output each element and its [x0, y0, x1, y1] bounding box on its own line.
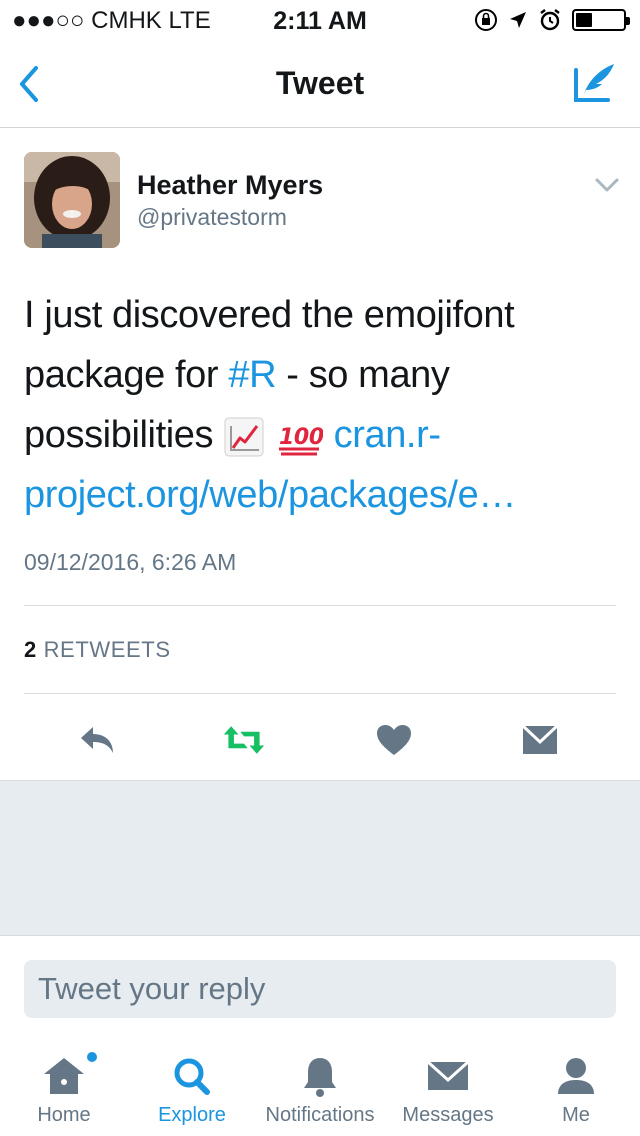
- new-content-dot: [87, 1052, 97, 1062]
- retweet-label: RETWEETS: [43, 637, 171, 662]
- tweet-options-button[interactable]: [594, 172, 620, 198]
- tab-notifications[interactable]: Notifications: [256, 1040, 384, 1136]
- tab-label: Messages: [402, 1104, 494, 1126]
- status-bar: ●●●○○ CMHK LTE 2:11 AM: [0, 0, 640, 40]
- tab-label: Explore: [158, 1104, 226, 1126]
- hashtag-link[interactable]: #R: [228, 354, 276, 396]
- envelope-icon: [521, 724, 559, 754]
- retweet-count: 2: [24, 637, 37, 662]
- compose-icon: [574, 64, 614, 102]
- reply-input[interactable]: [24, 960, 616, 1018]
- like-button[interactable]: [372, 718, 416, 762]
- svg-text:100: 100: [279, 425, 323, 450]
- tab-home[interactable]: Home: [0, 1040, 128, 1136]
- retweet-icon: [223, 726, 265, 754]
- compose-tweet-button[interactable]: [572, 60, 618, 106]
- avatar-photo: [24, 152, 120, 248]
- hundred-points-emoji-icon: 100: [279, 425, 323, 456]
- envelope-icon: [426, 1060, 470, 1090]
- home-icon: [44, 1058, 84, 1094]
- tab-label: Me: [562, 1104, 590, 1126]
- tweet-actions: [0, 700, 640, 780]
- status-icons: [474, 8, 630, 32]
- bell-icon: [304, 1058, 336, 1097]
- tab-messages[interactable]: Messages: [384, 1040, 512, 1136]
- tweet-text: I just discovered the emojifont package …: [24, 285, 624, 525]
- author-name[interactable]: Heather Myers: [137, 170, 323, 201]
- reply-icon: [81, 727, 113, 753]
- battery-icon: [572, 9, 630, 31]
- alarm-icon: [540, 9, 560, 31]
- search-icon: [174, 1058, 210, 1095]
- divider: [24, 693, 616, 694]
- direct-message-button[interactable]: [518, 718, 562, 762]
- tab-me[interactable]: Me: [512, 1040, 640, 1136]
- rotation-lock-icon: [475, 9, 497, 31]
- reply-button[interactable]: [76, 718, 120, 762]
- tweet-timestamp: 09/12/2016, 6:26 AM: [24, 549, 237, 575]
- page-title: Tweet: [275, 65, 365, 101]
- author-handle[interactable]: @privatestorm: [137, 204, 287, 231]
- tab-explore[interactable]: Explore: [128, 1040, 256, 1136]
- tab-bar: Home Explore Notifications Messages Me: [0, 1040, 640, 1136]
- chevron-down-icon: [595, 178, 619, 192]
- location-icon: [510, 12, 526, 28]
- author-avatar[interactable]: [24, 152, 120, 248]
- replies-area: [0, 780, 640, 936]
- retweet-stats[interactable]: 2 RETWEETS: [24, 637, 171, 663]
- chart-increasing-emoji-icon: [224, 417, 264, 457]
- retweet-button[interactable]: [222, 718, 266, 762]
- divider: [24, 605, 616, 606]
- person-icon: [558, 1058, 594, 1094]
- navigation-bar: Tweet: [0, 40, 640, 128]
- tab-label: Notifications: [265, 1104, 375, 1126]
- heart-icon: [377, 725, 411, 755]
